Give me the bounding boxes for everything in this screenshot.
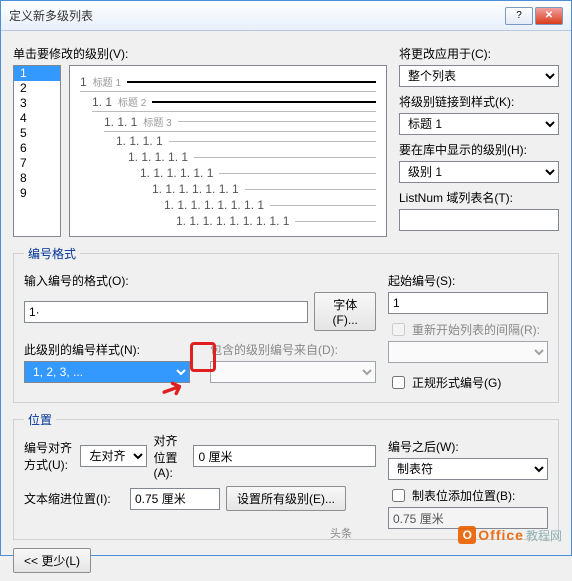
- include-from-label: 包含的级别编号来自(D):: [210, 341, 376, 358]
- link-style-label: 将级别链接到样式(K):: [399, 93, 559, 110]
- titlebar: 定义新多级列表 ? ✕: [1, 1, 571, 31]
- number-style-select[interactable]: 1, 2, 3, ...: [24, 361, 190, 383]
- preview-line: 1. 1. 1标题 3: [80, 114, 376, 129]
- apply-to-select[interactable]: 整个列表: [399, 65, 559, 87]
- listnum-input[interactable]: [399, 209, 559, 231]
- level-listbox[interactable]: 123456789: [13, 65, 61, 237]
- align-label: 编号对齐方式(U):: [24, 439, 74, 473]
- apply-to-label: 将更改应用于(C):: [399, 45, 559, 62]
- align-select[interactable]: 左对齐: [80, 445, 147, 467]
- level-item[interactable]: 6: [14, 141, 60, 156]
- preview-line: 1. 1. 1. 1. 1. 1. 1: [80, 182, 376, 196]
- tab-add-label: 制表位添加位置(B):: [412, 487, 515, 504]
- align-at-input[interactable]: [193, 445, 376, 467]
- listnum-label: ListNum 域列表名(T):: [399, 189, 559, 206]
- indent-input[interactable]: [130, 488, 220, 510]
- watermark-office: Office: [478, 527, 524, 543]
- watermark-tut: 教程网: [526, 527, 562, 544]
- watermark: O Office 教程网: [458, 526, 562, 544]
- number-format-legend: 编号格式: [24, 245, 80, 262]
- restart-label: 重新开始列表的间隔(R):: [412, 321, 540, 338]
- legal-checkbox[interactable]: [392, 376, 405, 389]
- level-item[interactable]: 1: [14, 66, 60, 81]
- follow-select[interactable]: 制表符: [388, 458, 548, 480]
- preview-line: 1. 1. 1. 1. 1. 1. 1. 1. 1: [80, 214, 376, 228]
- restart-checkbox: [392, 323, 405, 336]
- level-item[interactable]: 8: [14, 171, 60, 186]
- start-at-label: 起始编号(S):: [388, 272, 548, 289]
- level-item[interactable]: 4: [14, 111, 60, 126]
- preview-line: 1. 1. 1. 1. 1: [80, 150, 376, 164]
- link-style-select[interactable]: 标题 1: [399, 113, 559, 135]
- level-item[interactable]: 2: [14, 81, 60, 96]
- follow-label: 编号之后(W):: [388, 438, 548, 455]
- restart-select: [388, 341, 548, 363]
- office-logo-icon: O: [458, 526, 476, 544]
- preview-pane: 1标题 1 1. 1标题 2 1. 1. 1标题 3 1. 1. 1. 1 1. 1. …: [69, 65, 387, 237]
- gallery-level-select[interactable]: 级别 1: [399, 161, 559, 183]
- format-input[interactable]: [24, 301, 308, 323]
- preview-line: 1标题 1: [80, 74, 376, 89]
- preview-line: 1. 1. 1. 1. 1. 1. 1. 1: [80, 198, 376, 212]
- level-item[interactable]: 3: [14, 96, 60, 111]
- help-button[interactable]: ?: [505, 7, 533, 25]
- position-group: 位置 编号对齐方式(U): 左对齐 对齐位置(A): 文本缩进位置(I): 设置…: [13, 411, 559, 540]
- position-legend: 位置: [24, 411, 56, 428]
- tab-add-checkbox[interactable]: [392, 489, 405, 502]
- preview-line: 1. 1. 1. 1. 1. 1: [80, 166, 376, 180]
- window-title: 定义新多级列表: [9, 7, 505, 24]
- font-button[interactable]: 字体(F)...: [314, 292, 376, 331]
- level-item[interactable]: 7: [14, 156, 60, 171]
- style-label: 此级别的编号样式(N):: [24, 341, 190, 358]
- legal-label: 正规形式编号(G): [412, 374, 501, 391]
- preview-line: 1. 1标题 2: [80, 94, 376, 109]
- set-all-levels-button[interactable]: 设置所有级别(E)...: [226, 486, 346, 511]
- start-at-input[interactable]: [388, 292, 548, 314]
- close-button[interactable]: ✕: [535, 7, 563, 25]
- format-label: 输入编号的格式(O):: [24, 272, 376, 289]
- number-format-group: 编号格式 输入编号的格式(O): 字体(F)... 此级别的编号样式(N): 1…: [13, 245, 559, 403]
- less-button[interactable]: << 更少(L): [13, 548, 91, 573]
- preview-line: 1. 1. 1. 1: [80, 134, 376, 148]
- level-item[interactable]: 9: [14, 186, 60, 201]
- click-level-label: 单击要修改的级别(V):: [13, 45, 387, 62]
- align-at-label: 对齐位置(A):: [153, 432, 187, 480]
- include-from-select: [210, 361, 376, 383]
- watermark-head: 头条: [330, 525, 352, 541]
- indent-label: 文本缩进位置(I):: [24, 490, 124, 507]
- level-item[interactable]: 5: [14, 126, 60, 141]
- gallery-level-label: 要在库中显示的级别(H):: [399, 141, 559, 158]
